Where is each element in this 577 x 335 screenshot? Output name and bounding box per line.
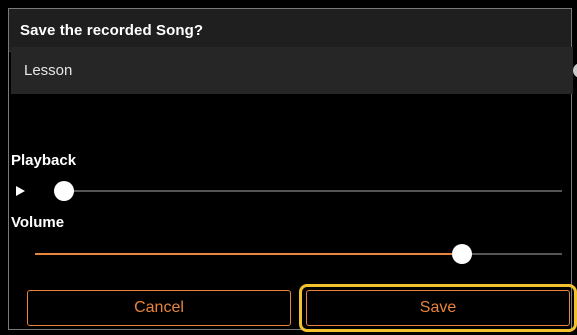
- volume-label: Volume: [11, 214, 65, 231]
- save-button[interactable]: Save: [306, 290, 570, 326]
- playback-label: Playback: [11, 152, 77, 169]
- cancel-button[interactable]: Cancel: [27, 290, 291, 326]
- song-name-field[interactable]: ×: [11, 47, 577, 94]
- song-name-input[interactable]: [24, 62, 504, 79]
- play-icon[interactable]: [16, 186, 25, 196]
- volume-slider-fill: [35, 253, 462, 255]
- dialog-title-bar: Save the recorded Song?: [9, 9, 571, 52]
- playback-slider[interactable]: [54, 181, 562, 201]
- dialog-title: Save the recorded Song?: [20, 22, 204, 39]
- playback-slider-thumb[interactable]: [54, 181, 74, 201]
- clear-icon[interactable]: ×: [573, 63, 577, 78]
- volume-slider-thumb[interactable]: [451, 244, 472, 264]
- volume-slider[interactable]: [35, 244, 562, 264]
